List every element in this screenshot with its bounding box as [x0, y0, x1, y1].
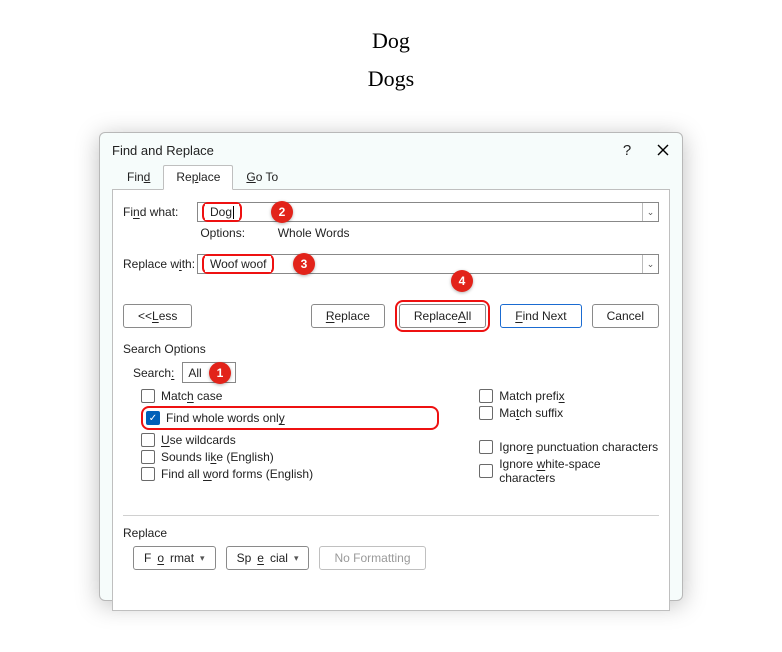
options-row: Options: Whole Words	[197, 226, 659, 240]
replace-all-button[interactable]: Replace All	[399, 304, 486, 328]
replace-all-highlight: Replace All	[395, 300, 490, 332]
close-icon	[657, 144, 669, 156]
wildcards-checkbox[interactable]	[141, 433, 155, 447]
callout-badge-3: 3	[293, 253, 315, 275]
find-what-dropdown[interactable]: ⌄	[642, 203, 658, 221]
replace-button[interactable]: Replace	[311, 304, 385, 328]
match-case-label: Match case	[161, 389, 222, 403]
caret-down-icon: ▾	[294, 553, 299, 564]
caret-down-icon: ▾	[200, 553, 205, 564]
help-button[interactable]: ?	[618, 141, 636, 159]
replace-with-field[interactable]: Woof woof ⌄	[197, 254, 659, 274]
callout-badge-1: 1	[209, 362, 231, 384]
replace-with-label: Replace with:	[123, 257, 197, 271]
less-button[interactable]: << Less	[123, 304, 192, 328]
find-replace-dialog: Find and Replace ? Find Replace Go To Fi…	[99, 132, 683, 601]
tab-find[interactable]: Find	[114, 165, 163, 190]
document-line-2: Dogs	[0, 66, 782, 92]
divider	[123, 515, 659, 516]
search-direction-value: All	[188, 366, 201, 380]
callout-badge-4: 4	[451, 270, 473, 292]
close-button[interactable]	[654, 141, 672, 159]
search-options-title: Search Options	[123, 342, 659, 356]
tabs: Find Replace Go To	[114, 165, 682, 190]
no-formatting-button: No Formatting	[319, 546, 425, 570]
word-forms-label: Find all word forms (English)	[161, 467, 313, 481]
whole-words-label: Find whole words only	[166, 411, 285, 425]
callout-badge-2: 2	[271, 201, 293, 223]
ignore-white-label: Ignore white-space characters	[499, 457, 659, 485]
cancel-button[interactable]: Cancel	[592, 304, 659, 328]
special-button[interactable]: Special ▾	[226, 546, 310, 570]
find-what-field[interactable]: Dog ⌄	[197, 202, 659, 222]
sounds-like-checkbox[interactable]	[141, 450, 155, 464]
ignore-punct-checkbox[interactable]	[479, 440, 493, 454]
tab-panel: Find what: Dog ⌄ 2 Options: Whole Words …	[112, 189, 670, 611]
dialog-title: Find and Replace	[112, 143, 214, 158]
sounds-like-label: Sounds like (English)	[161, 450, 274, 464]
wildcards-label: Use wildcards	[161, 433, 236, 447]
titlebar: Find and Replace ?	[100, 133, 682, 165]
find-next-button[interactable]: Find Next	[500, 304, 581, 328]
ignore-punct-label: Ignore punctuation characters	[499, 440, 658, 454]
match-suffix-label: Match suffix	[499, 406, 563, 420]
find-what-value: Dog	[210, 205, 232, 219]
tab-goto[interactable]: Go To	[233, 165, 291, 190]
text-caret	[233, 206, 234, 219]
match-prefix-checkbox[interactable]	[479, 389, 493, 403]
replace-section-title: Replace	[123, 526, 659, 540]
match-case-checkbox[interactable]	[141, 389, 155, 403]
format-button[interactable]: Format ▾	[133, 546, 216, 570]
options-value: Whole Words	[278, 226, 350, 240]
match-prefix-label: Match prefix	[499, 389, 564, 403]
whole-words-highlight: ✓ Find whole words only	[141, 406, 439, 430]
word-forms-checkbox[interactable]	[141, 467, 155, 481]
document-line-1: Dog	[0, 28, 782, 54]
whole-words-checkbox[interactable]: ✓	[146, 411, 160, 425]
tab-replace[interactable]: Replace	[163, 165, 233, 190]
find-what-label: Find what:	[123, 205, 197, 219]
replace-with-value: Woof woof	[205, 256, 271, 272]
ignore-white-checkbox[interactable]	[479, 464, 493, 478]
replace-with-dropdown[interactable]: ⌄	[642, 255, 658, 273]
options-label: Options:	[200, 226, 274, 240]
search-direction-label: Search:	[133, 366, 174, 380]
match-suffix-checkbox[interactable]	[479, 406, 493, 420]
